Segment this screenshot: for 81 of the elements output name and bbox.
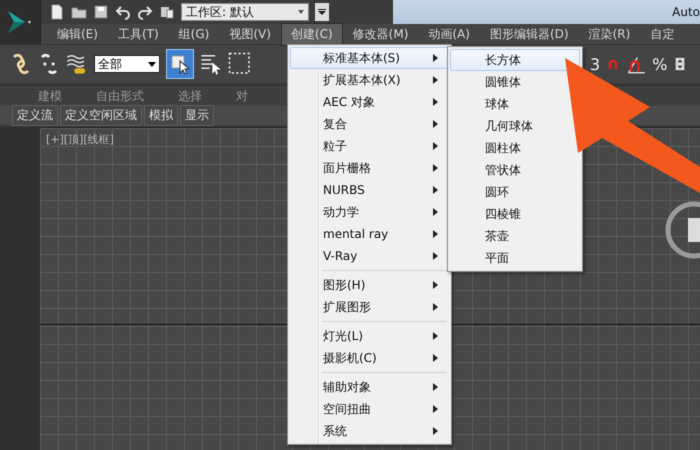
menu-entry[interactable]: 标准基本体(S)	[290, 47, 449, 69]
menu-entry[interactable]: 粒子	[290, 135, 449, 157]
menu-entry[interactable]: 茶壶	[450, 225, 580, 247]
ribbon-subtab[interactable]: 模拟	[144, 105, 178, 126]
menu-item[interactable]: 视图(V)	[219, 22, 281, 46]
menu-entry[interactable]: 摄影机(C)	[290, 347, 449, 369]
ribbon-tab[interactable]: 自由形式	[96, 88, 144, 104]
ribbon-tab[interactable]: 选择	[178, 88, 202, 104]
submenu-arrow-icon	[433, 427, 438, 435]
dropdown-caret-icon	[298, 10, 304, 14]
viewport-label[interactable]: [+][顶][线框]	[46, 132, 114, 147]
menu-entry[interactable]: 扩展图形	[290, 296, 449, 318]
workspace-menu-button[interactable]	[315, 3, 329, 21]
submenu-arrow-icon	[433, 120, 438, 128]
percent-snap-label[interactable]: %	[652, 54, 668, 74]
menu-entry[interactable]: NURBS	[290, 179, 449, 201]
menu-entry[interactable]: 系统	[290, 420, 449, 442]
menu-item[interactable]: 修改器(M)	[342, 22, 418, 46]
select-object-button[interactable]	[166, 49, 194, 79]
workspace-dropdown[interactable]: 工作区: 默认	[181, 3, 309, 21]
select-by-name-icon[interactable]	[200, 52, 222, 76]
selection-filter-dropdown[interactable]: 全部	[94, 55, 160, 73]
menu-entry[interactable]: V-Ray	[290, 245, 449, 267]
submenu-arrow-icon	[433, 252, 438, 260]
app-title: Auto	[672, 5, 700, 19]
submenu-arrow-icon	[433, 332, 438, 340]
ribbon-subtab[interactable]: 定义流	[12, 105, 58, 126]
menu-entry[interactable]: 长方体	[450, 49, 580, 71]
caret-icon	[318, 9, 326, 15]
menu-item[interactable]: 动画(A)	[418, 22, 480, 46]
dropdown-caret-icon	[148, 62, 156, 66]
submenu-arrow-icon	[433, 186, 438, 194]
menu-item[interactable]: 工具(T)	[108, 22, 169, 46]
menu-entry[interactable]: AEC 对象	[290, 91, 449, 113]
submenu-arrow-icon	[433, 354, 438, 362]
submenu-arrow-icon	[433, 164, 438, 172]
menu-entry[interactable]: 图形(H)	[290, 274, 449, 296]
submenu-arrow-icon	[433, 208, 438, 216]
save-icon[interactable]	[93, 4, 109, 20]
submenu-arrow-icon	[433, 142, 438, 150]
menu-entry[interactable]: mental ray	[290, 223, 449, 245]
menu-entry[interactable]: 扩展基本体(X)	[290, 69, 449, 91]
menu-entry[interactable]: 灯光(L)	[290, 325, 449, 347]
menu-entry[interactable]: 圆柱体	[450, 137, 580, 159]
menu-item[interactable]: 编辑(E)	[47, 22, 108, 46]
submenu-arrow-icon	[433, 98, 438, 106]
link-icon[interactable]	[10, 53, 32, 75]
submenu-arrow-icon	[433, 76, 438, 84]
undo-icon[interactable]	[115, 4, 131, 20]
menu-item[interactable]: 图形编辑器(D)	[480, 22, 579, 46]
menu-entry[interactable]: 动力学	[290, 201, 449, 223]
wave-link-icon[interactable]	[66, 53, 88, 75]
unlink-icon[interactable]	[38, 53, 60, 75]
redo-icon[interactable]	[137, 4, 153, 20]
menu-entry[interactable]: 面片栅格	[290, 157, 449, 179]
rectangle-selection-icon[interactable]	[228, 52, 252, 76]
submenu-arrow-icon	[433, 281, 438, 289]
ribbon-tab[interactable]: 对	[236, 88, 248, 104]
menu-entry[interactable]: 复合	[290, 113, 449, 135]
menu-entry[interactable]: 圆环	[450, 181, 580, 203]
menu-entry[interactable]: 空间扭曲	[290, 398, 449, 420]
menu-item[interactable]: 创建(C)	[280, 22, 343, 46]
submenu-arrow-icon	[433, 405, 438, 413]
submenu-arrow-icon	[433, 230, 438, 238]
cursor-cube-icon	[170, 53, 190, 75]
submenu-arrow-icon	[433, 303, 438, 311]
menu-entry[interactable]: 管状体	[450, 159, 580, 181]
new-file-icon[interactable]	[49, 4, 65, 20]
submenu-arrow-icon	[433, 54, 438, 62]
submenu-arrow-icon	[433, 383, 438, 391]
ribbon-subtab[interactable]: 显示	[180, 105, 214, 126]
menu-entry[interactable]: 平面	[450, 247, 580, 269]
spinner-snap-icon[interactable]	[673, 55, 688, 73]
snap-toggle-label[interactable]: 3	[590, 54, 600, 74]
menu-entry[interactable]: 辅助对象	[290, 376, 449, 398]
menu-entry[interactable]: 四棱锥	[450, 203, 580, 225]
menu-item[interactable]: 组(G)	[168, 22, 220, 46]
ribbon-subtab[interactable]: 定义空闲区域	[60, 105, 142, 126]
menu-item[interactable]: 自定	[640, 22, 684, 46]
ribbon-tab[interactable]: 建模	[38, 88, 62, 104]
menu-item[interactable]: 渲染(R)	[578, 22, 640, 46]
